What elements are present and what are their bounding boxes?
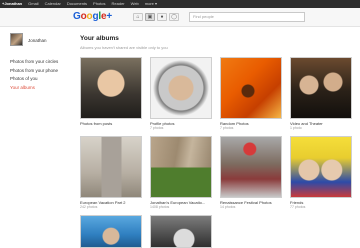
home-icon: ⌂ xyxy=(136,14,140,20)
album-cover[interactable] xyxy=(150,57,212,119)
google-plus-logo[interactable]: Google+ xyxy=(73,11,112,22)
album-card[interactable]: Jonathan's European Vacatio... 1408 phot… xyxy=(150,136,212,209)
album-cover[interactable] xyxy=(220,136,282,198)
album-cover[interactable] xyxy=(220,57,282,119)
sidebar-item-phone[interactable]: Photos from your phone xyxy=(10,67,75,76)
album-card[interactable] xyxy=(150,215,212,248)
profile-icon: ● xyxy=(160,14,164,20)
sidebar-item-your-albums[interactable]: Your albums xyxy=(10,84,75,93)
topbar-gmail-link[interactable]: Gmail xyxy=(28,0,38,8)
album-count: 1408 photos xyxy=(150,205,170,209)
album-card[interactable] xyxy=(80,215,142,248)
page-subtitle: Albums you haven't shared are visible on… xyxy=(80,45,168,50)
sidebar-links: Photos from your circles Photos from you… xyxy=(10,58,75,92)
album-cover[interactable] xyxy=(290,57,352,119)
topbar-web-link[interactable]: Web xyxy=(131,0,139,8)
photos-icon: ▣ xyxy=(147,14,153,20)
user-name[interactable]: Jonathan xyxy=(28,38,47,43)
album-count: 242 photos xyxy=(80,205,98,209)
topbar-documents-link[interactable]: Documents xyxy=(67,0,87,8)
home-button[interactable]: ⌂ xyxy=(133,13,143,21)
album-count: 7 photos xyxy=(220,126,234,130)
album-cover[interactable] xyxy=(150,215,212,248)
search-input[interactable]: Find people xyxy=(189,12,305,22)
circles-icon: ◯ xyxy=(171,14,177,20)
album-cover[interactable] xyxy=(80,215,142,248)
album-cover[interactable] xyxy=(290,136,352,198)
sidebar-item-of-you[interactable]: Photos of you xyxy=(10,75,75,84)
photos-button[interactable]: ▣ xyxy=(145,13,155,21)
avatar[interactable] xyxy=(10,33,23,46)
album-count: 1 photo xyxy=(290,126,302,130)
topbar-more-menu[interactable]: more ▾ xyxy=(145,0,157,8)
sidebar: Jonathan Photos from your circles Photos… xyxy=(10,33,75,92)
album-cover[interactable] xyxy=(80,136,142,198)
album-card[interactable]: Video and Theater 1 photo xyxy=(290,57,352,130)
app-header: Google+ ⌂ ▣ ● ◯ Find people xyxy=(0,8,360,27)
topbar-profile-link[interactable]: +Jonathan xyxy=(2,0,22,8)
album-card[interactable]: Random Photos 7 photos xyxy=(220,57,282,130)
topbar-reader-link[interactable]: Reader xyxy=(112,0,125,8)
topbar-calendar-link[interactable]: Calendar xyxy=(45,0,61,8)
page-title: Your albums xyxy=(80,35,119,42)
album-count: 7 photos xyxy=(150,126,164,130)
album-count: 14 photos xyxy=(220,205,236,209)
google-bar: +Jonathan Gmail Calendar Documents Photo… xyxy=(0,0,360,8)
album-card[interactable]: Photos from posts xyxy=(80,57,142,126)
album-card[interactable]: Profile photos 7 photos xyxy=(150,57,212,130)
sidebar-item-circles[interactable]: Photos from your circles xyxy=(10,58,75,67)
circles-button[interactable]: ◯ xyxy=(169,13,179,21)
album-card[interactable]: Friends 77 photos xyxy=(290,136,352,209)
album-count: 77 photos xyxy=(290,205,306,209)
album-cover[interactable] xyxy=(150,136,212,198)
album-card[interactable]: European Vacation Part 2 242 photos xyxy=(80,136,142,209)
album-cover[interactable] xyxy=(80,57,142,119)
album-card[interactable]: Renaissance Festival Photos 14 photos xyxy=(220,136,282,209)
topbar-photos-link[interactable]: Photos xyxy=(93,0,105,8)
album-title[interactable]: Photos from posts xyxy=(80,121,142,126)
profile-button[interactable]: ● xyxy=(157,13,167,21)
